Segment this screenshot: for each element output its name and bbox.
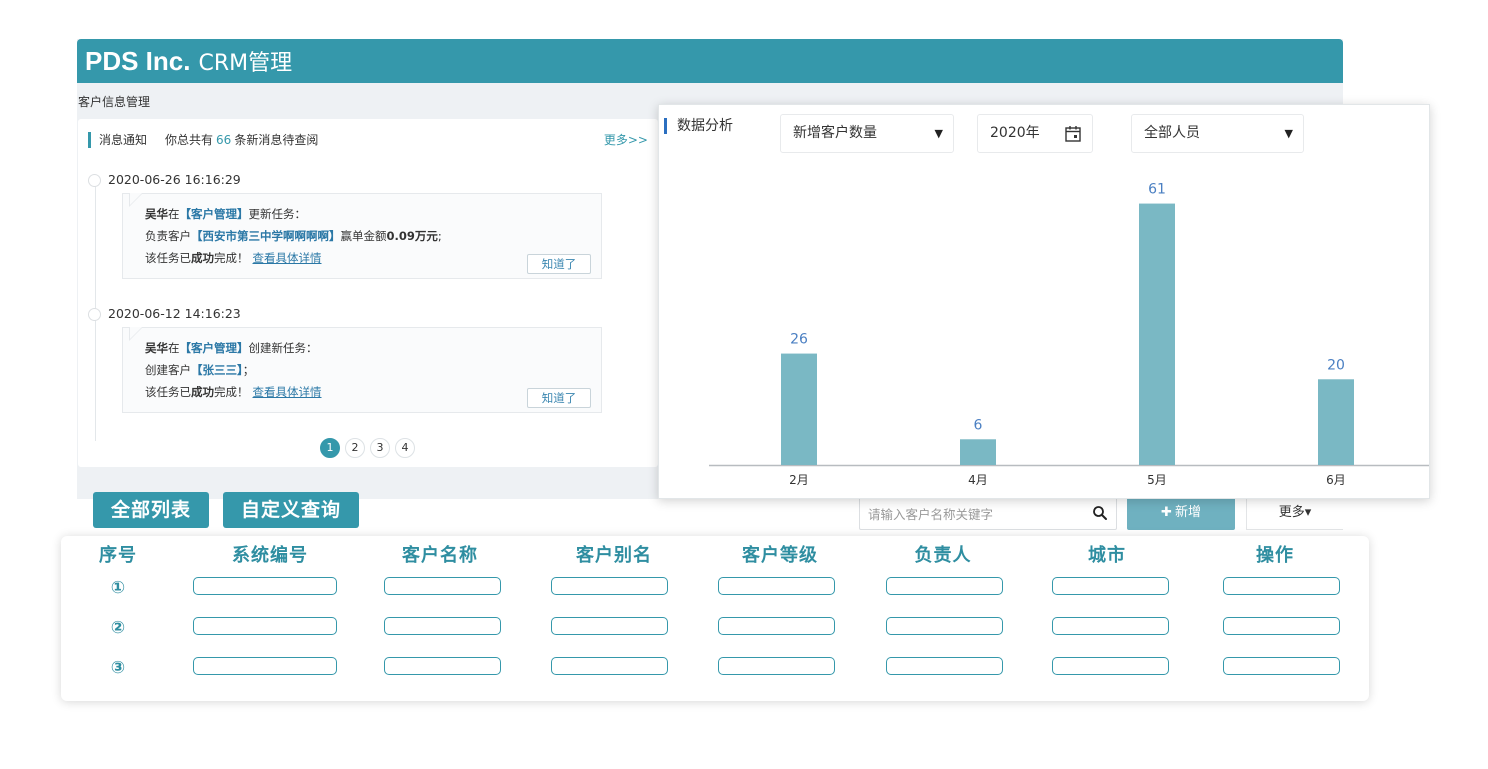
table-cell-input[interactable] bbox=[1052, 617, 1169, 635]
brand-name: PDS Inc. bbox=[85, 46, 191, 76]
message-panel: 消息通知 你总共有 66 条新消息待查阅 更多>> 2020-06-26 16:16:… bbox=[78, 119, 658, 467]
table-cell-input[interactable] bbox=[886, 657, 1003, 675]
pagination: 1 2 3 4 bbox=[320, 438, 415, 458]
table-cell-input[interactable] bbox=[384, 657, 501, 675]
bar-value-label: 6 bbox=[974, 417, 983, 433]
bar-value-label: 61 bbox=[1148, 182, 1166, 198]
row-number: ③ bbox=[110, 658, 126, 678]
column-header: 客户名称 bbox=[402, 545, 478, 566]
message-header: 消息通知 你总共有 66 条新消息待查阅 bbox=[88, 132, 318, 148]
search-box bbox=[859, 496, 1117, 530]
view-detail-link[interactable]: 查看具体详情 bbox=[253, 385, 322, 399]
data-analysis-panel: 26 2月 6 4月 61 5月 20 6月 数据分析 新增客户数量 ▼ 2020年 全部人员… bbox=[658, 104, 1430, 499]
table-cell-input[interactable] bbox=[1223, 617, 1340, 635]
customer-table: 序号 系统编号 客户名称 客户别名 客户等级 负责人 城市 操作 ① ② ③ bbox=[61, 536, 1369, 701]
table-cell-input[interactable] bbox=[193, 617, 337, 635]
chart-bar bbox=[1139, 203, 1175, 466]
table-cell-input[interactable] bbox=[1052, 657, 1169, 675]
message-summary-suffix: 条新消息待查阅 bbox=[234, 133, 319, 147]
message-count: 66 bbox=[216, 133, 232, 147]
app-title-suffix: CRM管理 bbox=[198, 51, 293, 76]
bar-value-label: 20 bbox=[1327, 357, 1345, 373]
table-cell-input[interactable] bbox=[718, 617, 835, 635]
column-header: 城市 bbox=[1088, 545, 1126, 566]
x-tick-label: 5月 bbox=[1147, 473, 1167, 487]
table-cell-input[interactable] bbox=[886, 617, 1003, 635]
message-line-3: 该任务已成功完成！ 查看具体详情 bbox=[145, 385, 322, 399]
chevron-down-icon: ▼ bbox=[934, 127, 943, 140]
message-line-1: 吴华在【客户管理】创建新任务： bbox=[145, 341, 318, 355]
table-cell-input[interactable] bbox=[384, 577, 501, 595]
table-cell-input[interactable] bbox=[886, 577, 1003, 595]
message-line-2: 创建客户【张三三】； bbox=[145, 363, 255, 377]
message-line-2: 负责客户【西安市第三中学啊啊啊啊】赢单金额0.09万元; bbox=[145, 229, 442, 243]
column-header: 负责人 bbox=[914, 545, 972, 566]
message-card: 吴华在【客户管理】更新任务： 负责客户【西安市第三中学啊啊啊啊】赢单金额0.09… bbox=[122, 193, 602, 279]
message-line-1: 吴华在【客户管理】更新任务： bbox=[145, 207, 306, 221]
message-card: 吴华在【客户管理】创建新任务： 创建客户【张三三】； 该任务已成功完成！ 查看具体… bbox=[122, 327, 602, 413]
metric-select[interactable]: 新增客户数量 ▼ bbox=[780, 114, 954, 153]
analysis-title: 数据分析 bbox=[664, 118, 733, 134]
chart-bar bbox=[1318, 379, 1354, 465]
acknowledge-button[interactable]: 知道了 bbox=[527, 388, 591, 408]
timeline-time: 2020-06-26 16:16:29 bbox=[108, 172, 241, 187]
custom-query-button[interactable]: 自定义查询 bbox=[223, 492, 359, 528]
column-header: 系统编号 bbox=[232, 545, 308, 566]
message-summary-prefix: 你总共有 bbox=[165, 133, 214, 147]
table-cell-input[interactable] bbox=[718, 577, 835, 595]
chart-bar bbox=[960, 439, 996, 465]
table-cell-input[interactable] bbox=[1052, 577, 1169, 595]
x-tick-label: 2月 bbox=[789, 473, 809, 487]
more-dropdown-button[interactable]: 更多▾ bbox=[1246, 496, 1343, 530]
table-cell-input[interactable] bbox=[1223, 657, 1340, 675]
year-picker[interactable]: 2020年 bbox=[977, 114, 1093, 153]
add-button-label: 新增 bbox=[1174, 505, 1201, 520]
timeline-dot bbox=[88, 174, 101, 187]
search-icon[interactable] bbox=[1092, 505, 1108, 521]
title-bar: PDS Inc. CRM管理 bbox=[77, 39, 1343, 83]
chevron-down-icon: ▼ bbox=[1284, 127, 1293, 140]
year-picker-value: 2020年 bbox=[990, 125, 1040, 141]
table-cell-input[interactable] bbox=[551, 617, 668, 635]
column-header: 客户等级 bbox=[742, 545, 818, 566]
column-header: 客户别名 bbox=[576, 545, 652, 566]
app-title: PDS Inc. CRM管理 bbox=[85, 45, 292, 80]
table-cell-input[interactable] bbox=[1223, 577, 1340, 595]
x-tick-label: 4月 bbox=[968, 473, 988, 487]
view-detail-link[interactable]: 查看具体详情 bbox=[253, 251, 322, 265]
calendar-icon bbox=[1065, 126, 1081, 142]
table-cell-input[interactable] bbox=[551, 657, 668, 675]
more-messages-link[interactable]: 更多>> bbox=[604, 132, 648, 148]
table-cell-input[interactable] bbox=[193, 657, 337, 675]
page-button-2[interactable]: 2 bbox=[345, 438, 365, 458]
all-list-button[interactable]: 全部列表 bbox=[93, 492, 209, 528]
people-select[interactable]: 全部人员 ▼ bbox=[1131, 114, 1304, 153]
column-header: 序号 bbox=[99, 545, 137, 566]
table-cell-input[interactable] bbox=[718, 657, 835, 675]
plus-icon: ✚ bbox=[1161, 505, 1172, 520]
page-button-1[interactable]: 1 bbox=[320, 438, 340, 458]
page-button-3[interactable]: 3 bbox=[370, 438, 390, 458]
table-cell-input[interactable] bbox=[551, 577, 668, 595]
column-header: 操作 bbox=[1256, 545, 1294, 566]
people-select-value: 全部人员 bbox=[1144, 125, 1200, 141]
metric-select-value: 新增客户数量 bbox=[793, 125, 877, 141]
page-button-4[interactable]: 4 bbox=[395, 438, 415, 458]
timeline-dot bbox=[88, 308, 101, 321]
acknowledge-button[interactable]: 知道了 bbox=[527, 254, 591, 274]
bar-chart: 26 2月 6 4月 61 5月 20 6月 bbox=[709, 182, 1429, 487]
bar-value-label: 26 bbox=[790, 332, 808, 348]
message-title: 消息通知 bbox=[99, 133, 148, 147]
message-line-3: 该任务已成功完成！ 查看具体详情 bbox=[145, 251, 322, 265]
table-cell-input[interactable] bbox=[384, 617, 501, 635]
row-number: ② bbox=[110, 618, 126, 638]
add-button[interactable]: ✚ 新增 bbox=[1127, 496, 1235, 530]
search-input[interactable] bbox=[868, 504, 1078, 524]
x-tick-label: 6月 bbox=[1326, 473, 1346, 487]
breadcrumb: 客户信息管理 bbox=[78, 95, 151, 109]
row-number: ① bbox=[110, 578, 126, 598]
chart-bar bbox=[781, 353, 817, 465]
timeline-time: 2020-06-12 14:16:23 bbox=[108, 306, 241, 321]
table-cell-input[interactable] bbox=[193, 577, 337, 595]
